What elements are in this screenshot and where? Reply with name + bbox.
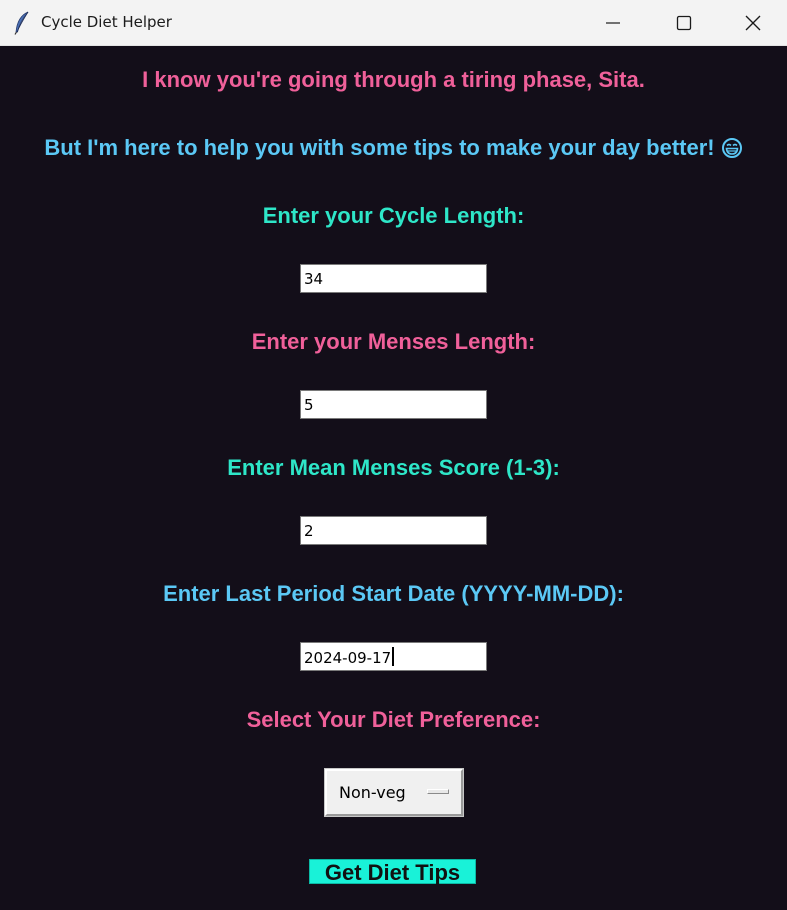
maximize-button[interactable]	[649, 0, 719, 46]
minimize-icon	[606, 22, 620, 24]
menses-length-label: Enter your Menses Length:	[251, 329, 536, 354]
text-caret	[392, 647, 395, 666]
greeting-line-2: But I'm here to help you with some tips …	[0, 135, 787, 161]
cycle-length-input[interactable]: 34	[300, 264, 487, 293]
dropdown-indicator-icon	[427, 789, 449, 794]
diet-preference-label: Select Your Diet Preference:	[246, 707, 541, 732]
menses-score-input[interactable]: 2	[300, 516, 487, 545]
menses-score-label: Enter Mean Menses Score (1-3):	[227, 455, 560, 480]
close-button[interactable]	[719, 0, 787, 46]
cycle-length-value: 34	[304, 270, 324, 288]
last-period-value: 2024-09-17	[304, 649, 392, 667]
minimize-button[interactable]	[578, 0, 648, 46]
menses-score-value: 2	[304, 522, 314, 540]
window-titlebar: Cycle Diet Helper	[0, 0, 787, 46]
menses-length-input[interactable]: 5	[300, 390, 487, 419]
greeting-line-1: I know you're going through a tiring pha…	[142, 67, 645, 92]
feather-icon	[14, 11, 29, 35]
app-content: I know you're going through a tiring pha…	[0, 46, 787, 910]
last-period-input[interactable]: 2024-09-17	[300, 642, 487, 671]
maximize-icon	[676, 15, 692, 31]
cycle-length-label: Enter your Cycle Length:	[262, 203, 525, 228]
diet-preference-dropdown[interactable]: Non-veg	[324, 768, 464, 817]
last-period-label: Enter Last Period Start Date (YYYY-MM-DD…	[163, 581, 624, 606]
window-title: Cycle Diet Helper	[41, 13, 172, 31]
grinning-face-icon	[721, 138, 742, 158]
diet-preference-selected: Non-veg	[339, 783, 406, 802]
get-diet-tips-button[interactable]: Get Diet Tips	[309, 859, 476, 885]
greeting-line-2-text: But I'm here to help you with some tips …	[44, 135, 715, 160]
close-icon	[745, 15, 761, 31]
menses-length-value: 5	[304, 396, 314, 414]
